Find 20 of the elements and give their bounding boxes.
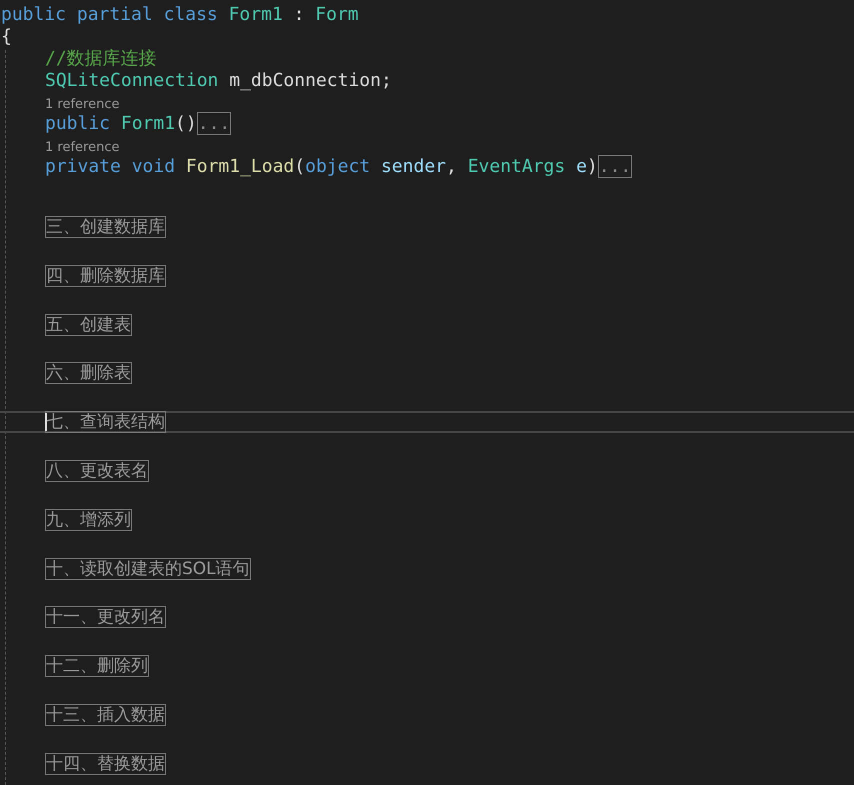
code-line: SQLiteConnection m_dbConnection; [45, 70, 392, 91]
collapsed-region[interactable]: 八、更改表名 [45, 460, 149, 482]
collapsed-region[interactable]: 六、删除表 [45, 362, 132, 384]
collapsed-region[interactable]: 十四、替换数据 [45, 752, 166, 775]
codelens-reference-link[interactable]: 1 reference [45, 140, 120, 155]
code-line: private void Form1_Load(object sender, EventArgs e)... [45, 155, 632, 178]
collapsed-region[interactable]: 十一、更改列名 [45, 606, 166, 628]
collapsed-region[interactable]: 九、增添列 [45, 508, 132, 531]
collapsed-region[interactable]: 十二、删除列 [45, 655, 149, 678]
code-line: { [1, 26, 12, 47]
collapsed-region[interactable]: 四、删除数据库 [45, 264, 166, 287]
collapsed-region[interactable]: 七、查询表结构 [45, 411, 166, 434]
collapsed-region[interactable]: 三、创建数据库 [45, 216, 166, 238]
code-line: //数据库连接 [45, 48, 157, 69]
code-line: public Form1()... [45, 112, 232, 135]
code-line: public partial class Form1 : Form [1, 4, 359, 25]
collapsed-region[interactable]: 十、读取创建表的SOL语句 [45, 558, 251, 580]
collapsed-region[interactable]: 十三、插入数据 [45, 704, 166, 726]
collapsed-region[interactable]: 五、创建表 [45, 314, 132, 336]
codelens-reference-link[interactable]: 1 reference [45, 97, 120, 112]
